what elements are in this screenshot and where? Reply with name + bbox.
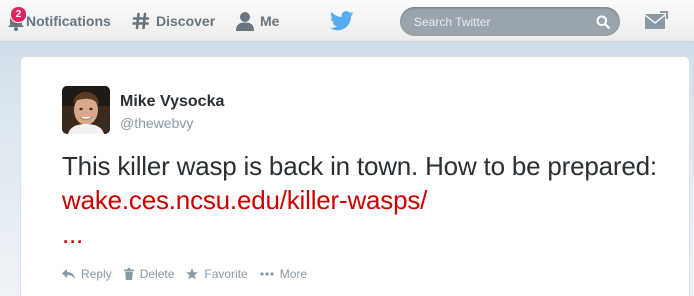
nav-me-label: Me <box>260 13 280 29</box>
delete-label: Delete <box>139 267 175 281</box>
tweet-text: This killer wasp is back in town. How to… <box>62 149 662 251</box>
trash-icon <box>123 268 134 280</box>
search-box[interactable] <box>400 7 620 36</box>
tweet-actions: Reply Delete Favorite More <box>62 266 319 282</box>
nav-discover-label: Discover <box>156 13 216 29</box>
more-dots-icon <box>260 272 274 276</box>
tweet-author-name[interactable]: Mike Vysocka <box>120 93 224 111</box>
delete-button[interactable]: Delete <box>123 267 175 281</box>
reply-icon <box>62 268 75 280</box>
person-icon <box>236 11 254 31</box>
hashtag-icon <box>132 12 150 30</box>
tweet-card: Mike Vysocka @thewebvy This killer wasp … <box>20 56 690 296</box>
tweet-body-text: This killer wasp is back in town. How to… <box>62 151 657 181</box>
nav-me[interactable]: Me <box>236 0 279 42</box>
reply-button[interactable]: Reply <box>62 267 112 281</box>
star-icon <box>186 268 199 280</box>
favorite-button[interactable]: Favorite <box>186 267 248 281</box>
favorite-label: Favorite <box>204 267 248 281</box>
notifications-count-badge: 2 <box>10 6 27 23</box>
reply-label: Reply <box>81 267 112 281</box>
avatar[interactable] <box>62 86 110 134</box>
tweet-author-handle[interactable]: @thewebvy <box>120 115 193 131</box>
search-icon[interactable] <box>596 15 610 29</box>
nav-notifications-label: Notifications <box>26 13 111 29</box>
top-navigation-bar: 2 Notifications Discover Me <box>0 0 694 42</box>
tweet-link-ellipsis[interactable]: ... <box>62 219 83 249</box>
search-input[interactable] <box>412 13 596 30</box>
more-label: More <box>279 267 308 281</box>
tweet-link[interactable]: wake.ces.ncsu.edu/killer-wasps/ <box>62 185 427 215</box>
nav-discover[interactable]: Discover <box>132 0 215 42</box>
nav-notifications[interactable]: 2 Notifications <box>2 0 111 42</box>
twitter-bird-icon[interactable] <box>329 10 354 32</box>
more-button[interactable]: More <box>260 267 307 281</box>
compose-tweet-icon[interactable] <box>644 11 668 31</box>
